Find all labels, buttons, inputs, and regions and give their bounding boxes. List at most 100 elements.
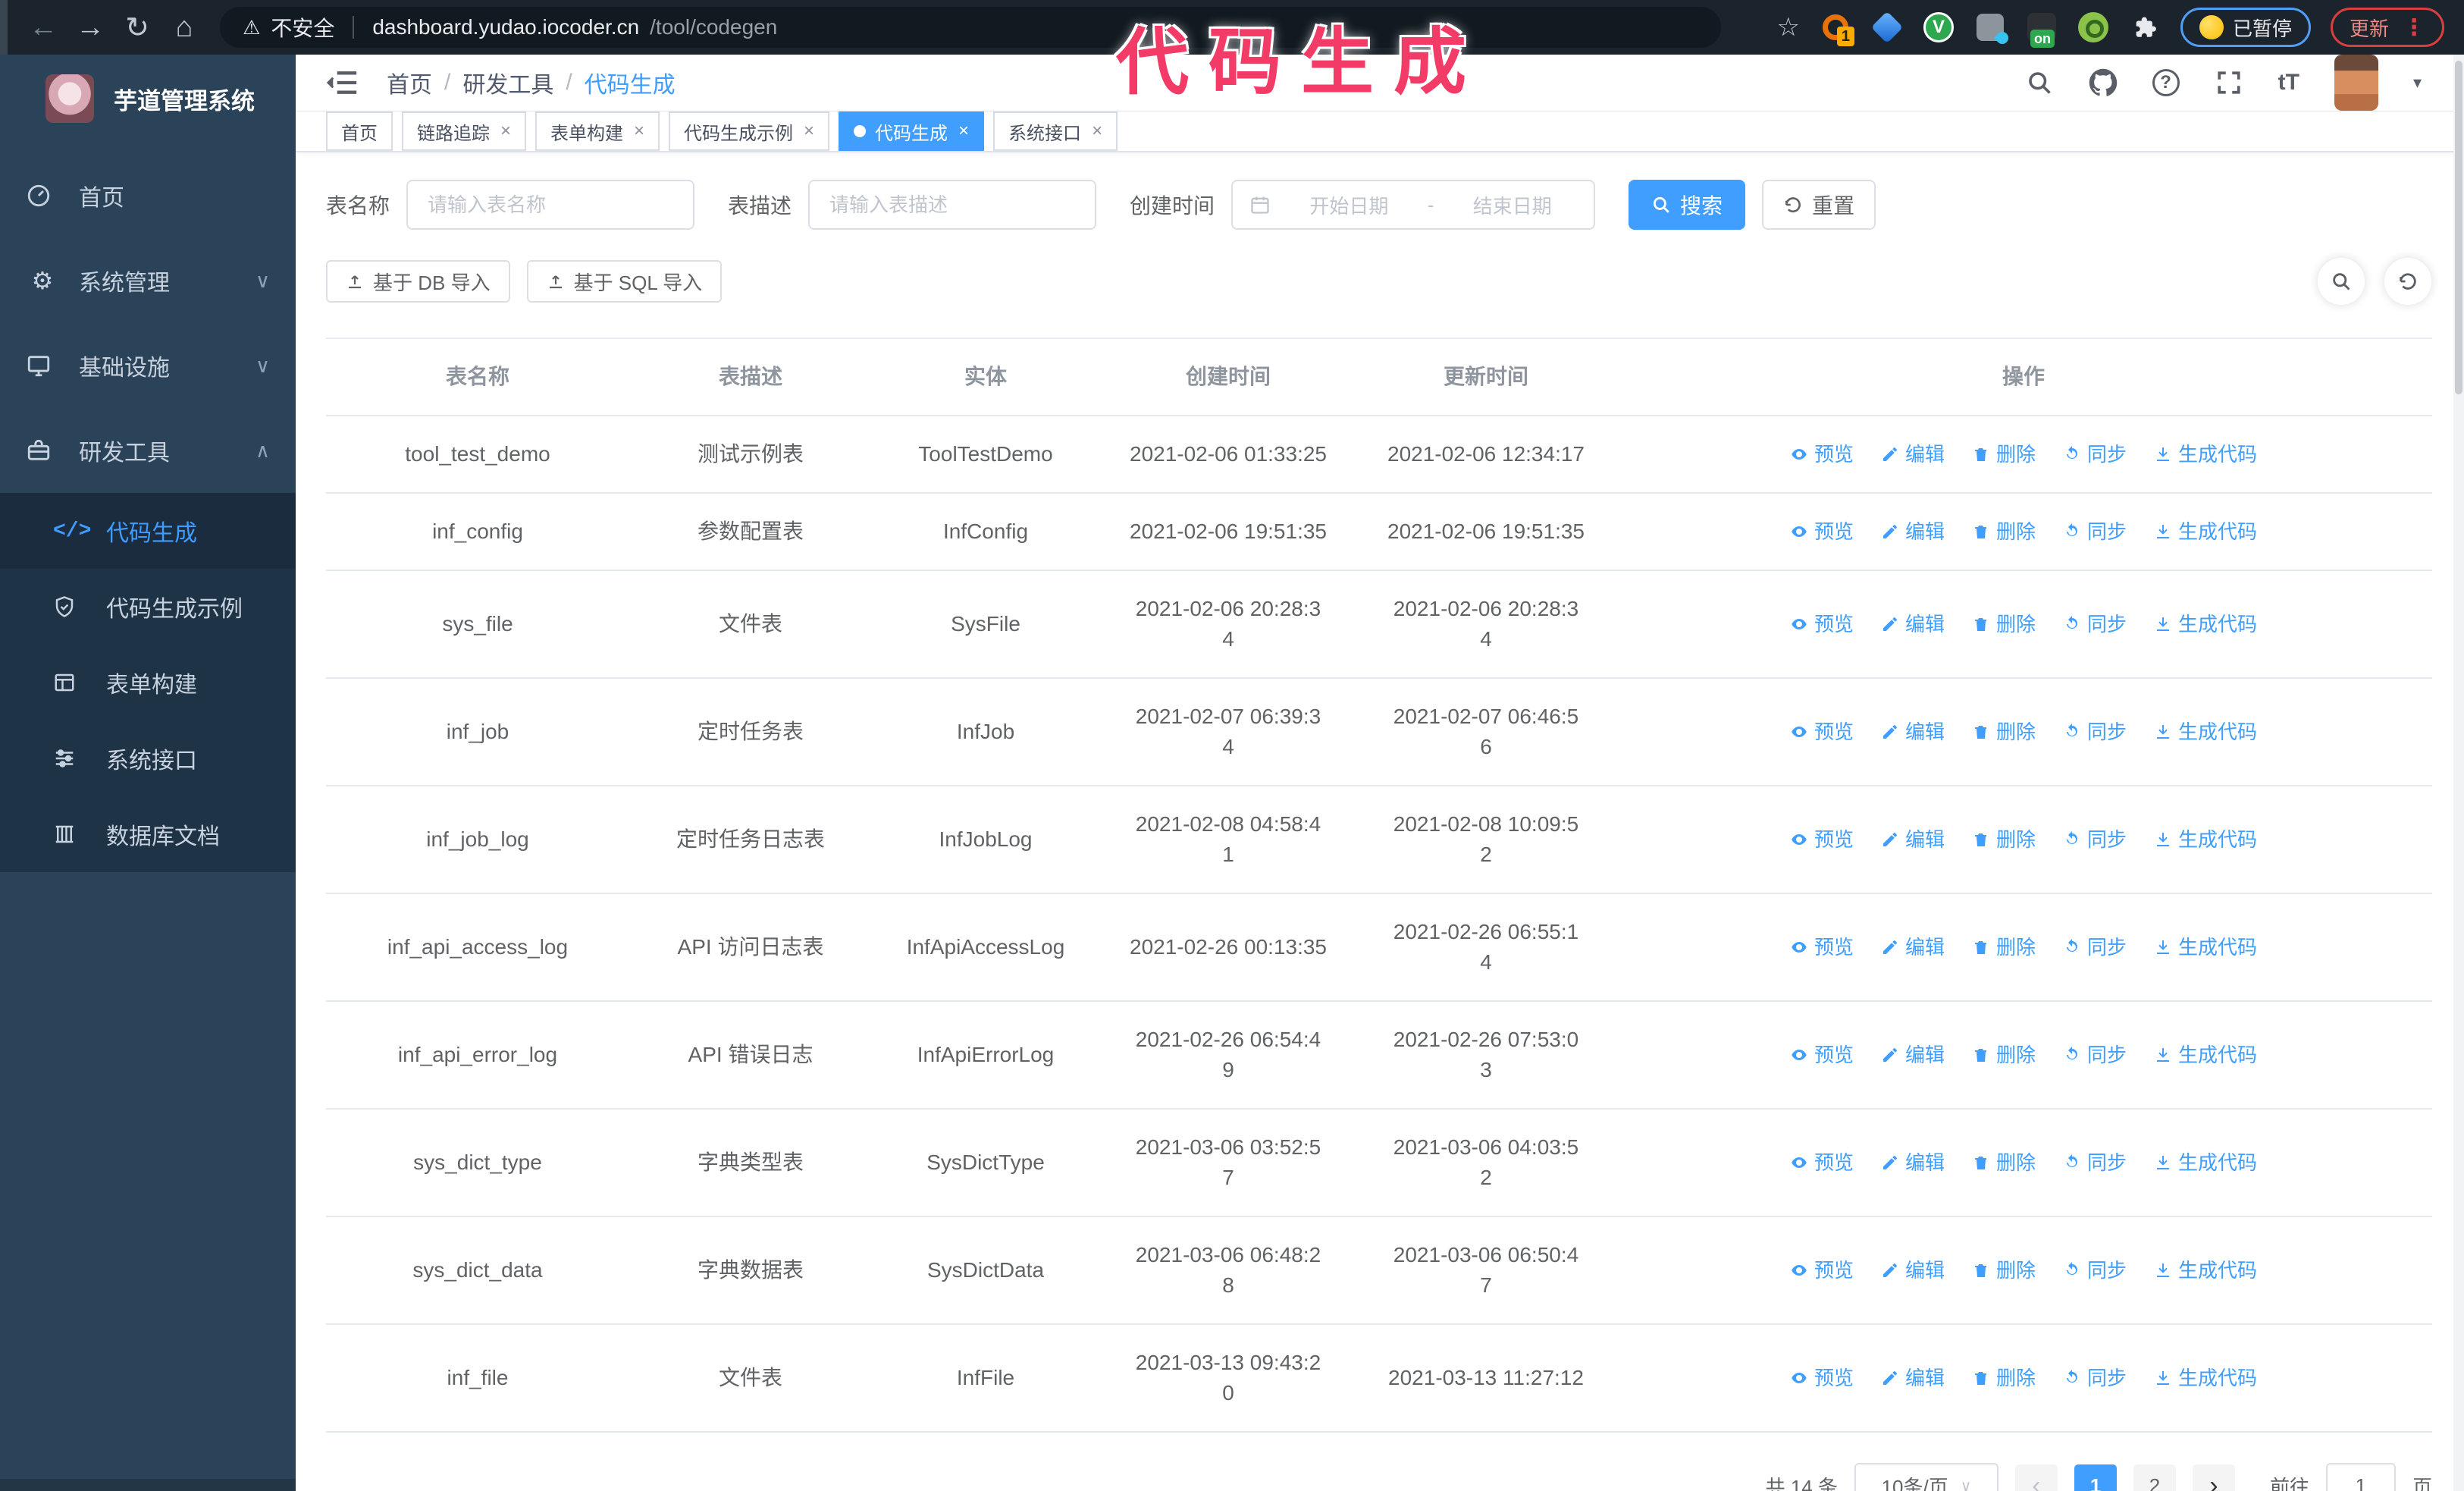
action-delete-link[interactable]: 删除 [1972,824,2036,855]
tab-codegen-example[interactable]: 代码生成示例 × [669,111,830,151]
action-delete-link[interactable]: 删除 [1972,439,2036,469]
sidebar-item-form-builder[interactable]: 表单构建 [0,645,296,720]
action-edit-link[interactable]: 编辑 [1881,609,1945,639]
action-sync-link[interactable]: 同步 [2063,516,2127,547]
browser-reload-icon[interactable]: ↻ [114,11,161,45]
search-icon[interactable] [2025,68,2054,97]
action-sync-link[interactable]: 同步 [2063,1255,2127,1285]
action-delete-link[interactable]: 删除 [1972,609,2036,639]
extension-gem-icon[interactable] [1870,11,1904,44]
action-generate-code-link[interactable]: 生成代码 [2154,932,2257,962]
extension-orange-icon[interactable]: 1 [1820,11,1854,46]
action-preview-link[interactable]: 预览 [1790,932,1854,962]
action-sync-link[interactable]: 同步 [2063,439,2127,469]
breadcrumb-devtools[interactable]: 研发工具 [462,66,553,99]
action-sync-link[interactable]: 同步 [2063,1147,2127,1178]
action-generate-code-link[interactable]: 生成代码 [2154,717,2257,747]
action-sync-link[interactable]: 同步 [2063,1040,2127,1070]
table-name-input[interactable] [406,180,695,230]
browser-forward-icon[interactable]: → [67,11,114,44]
import-sql-button[interactable]: 基于 SQL 导入 [526,260,723,303]
action-preview-link[interactable]: 预览 [1790,1147,1854,1178]
sidebar-item-codegen-example[interactable]: 代码生成示例 [0,569,296,645]
tab-codegen[interactable]: 代码生成 × [839,111,985,151]
next-page-button[interactable]: › [2192,1464,2235,1491]
page-button-1[interactable]: 1 [2074,1464,2117,1491]
tab-system-api[interactable]: 系统接口 × [993,111,1118,151]
action-delete-link[interactable]: 删除 [1972,932,2036,962]
browser-update-button[interactable]: 更新 ⋮ [2330,8,2444,47]
action-sync-link[interactable]: 同步 [2063,932,2127,962]
action-edit-link[interactable]: 编辑 [1881,1040,1945,1070]
sidebar-item-devtools[interactable]: 研发工具 ∧ [0,408,296,493]
tab-home[interactable]: 首页 [326,111,393,151]
refresh-table-button[interactable] [2384,257,2432,306]
action-delete-link[interactable]: 删除 [1972,1363,2036,1393]
action-sync-link[interactable]: 同步 [2063,1363,2127,1393]
close-icon[interactable]: × [958,121,969,142]
action-edit-link[interactable]: 编辑 [1881,1255,1945,1285]
scrollbar-thumb[interactable] [2455,61,2462,394]
user-avatar[interactable] [2334,55,2378,111]
action-preview-link[interactable]: 预览 [1790,1040,1854,1070]
close-icon[interactable]: × [804,121,814,142]
sidebar-item-system[interactable]: ⚙ 系统管理 ∨ [0,238,296,323]
help-icon[interactable]: ? [2152,69,2180,96]
search-button[interactable]: 搜索 [1629,180,1746,230]
page-button-2[interactable]: 2 [2133,1464,2176,1491]
github-icon[interactable] [2089,68,2118,97]
close-icon[interactable]: × [1092,121,1102,142]
action-generate-code-link[interactable]: 生成代码 [2154,1147,2257,1178]
action-preview-link[interactable]: 预览 [1790,1255,1854,1285]
action-preview-link[interactable]: 预览 [1790,717,1854,747]
bookmark-star-icon[interactable]: ☆ [1776,12,1799,42]
tab-tracing[interactable]: 链路追踪 × [402,111,527,151]
page-size-select[interactable]: 10条/页 ∨ [1854,1463,1998,1491]
action-edit-link[interactable]: 编辑 [1881,439,1945,469]
action-generate-code-link[interactable]: 生成代码 [2154,439,2257,469]
action-generate-code-link[interactable]: 生成代码 [2154,824,2257,855]
reset-button[interactable]: 重置 [1762,180,1876,230]
extensions-puzzle-icon[interactable] [2129,11,2161,43]
action-preview-link[interactable]: 预览 [1790,439,1854,469]
action-delete-link[interactable]: 删除 [1972,1255,2036,1285]
user-menu-caret-icon[interactable]: ▾ [2413,73,2422,93]
tab-form-builder[interactable]: 表单构建 × [535,111,660,151]
breadcrumb-home[interactable]: 首页 [387,66,432,99]
sidebar-item-system-api[interactable]: 系统接口 [0,720,296,796]
sidebar-item-codegen[interactable]: </> 代码生成 [0,493,296,569]
action-delete-link[interactable]: 删除 [1972,1147,2036,1178]
action-delete-link[interactable]: 删除 [1972,717,2036,747]
page-scrollbar[interactable] [2453,55,2464,1491]
action-sync-link[interactable]: 同步 [2063,824,2127,855]
action-sync-link[interactable]: 同步 [2063,609,2127,639]
extension-green-icon[interactable] [2077,11,2109,43]
font-size-icon[interactable]: tT [2278,70,2299,96]
action-delete-link[interactable]: 删除 [1972,516,2036,547]
import-db-button[interactable]: 基于 DB 导入 [326,260,510,303]
action-sync-link[interactable]: 同步 [2063,717,2127,747]
action-edit-link[interactable]: 编辑 [1881,516,1945,547]
browser-home-icon[interactable]: ⌂ [161,11,208,44]
extension-grid-icon[interactable] [1974,11,2006,43]
action-edit-link[interactable]: 编辑 [1881,1147,1945,1178]
action-generate-code-link[interactable]: 生成代码 [2154,516,2257,547]
action-delete-link[interactable]: 删除 [1972,1040,2036,1070]
fullscreen-icon[interactable] [2215,68,2243,97]
action-edit-link[interactable]: 编辑 [1881,932,1945,962]
security-label[interactable]: 不安全 [271,12,334,42]
action-generate-code-link[interactable]: 生成代码 [2154,1363,2257,1393]
prev-page-button[interactable]: ‹ [2014,1464,2058,1491]
action-edit-link[interactable]: 编辑 [1881,824,1945,855]
sidebar-item-home[interactable]: 首页 [0,153,296,238]
action-generate-code-link[interactable]: 生成代码 [2154,1040,2257,1070]
extension-dark-icon[interactable]: on [2026,11,2058,48]
table-desc-input[interactable] [808,180,1097,230]
profile-paused-badge[interactable]: 已暂停 [2180,8,2311,47]
browser-back-icon[interactable]: ← [20,11,67,44]
logo-row[interactable]: 芋道管理系统 [0,55,296,143]
close-icon[interactable]: × [634,121,644,142]
create-time-range-input[interactable]: 开始日期 - 结束日期 [1231,180,1596,230]
action-generate-code-link[interactable]: 生成代码 [2154,609,2257,639]
sidebar-item-db-doc[interactable]: 数据库文档 [0,796,296,872]
